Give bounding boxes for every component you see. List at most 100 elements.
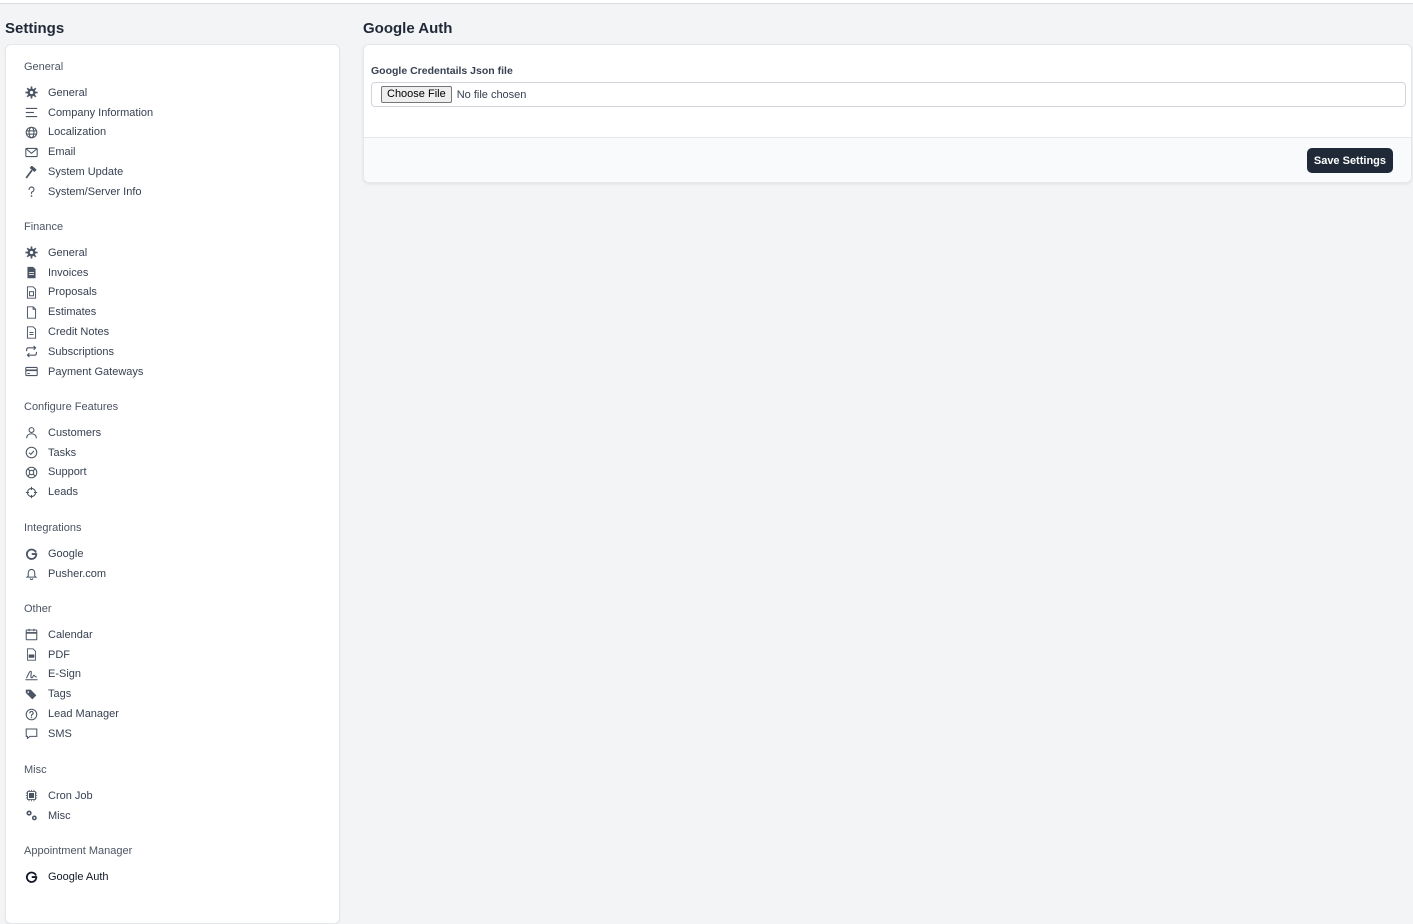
sidebar-item-label: Misc [48, 810, 71, 822]
section-title: Google Auth [363, 20, 1412, 38]
file-icon [24, 285, 38, 299]
nav-group-title: General [24, 60, 324, 74]
nav-group-title: Integrations [24, 521, 324, 535]
chip-icon [24, 789, 38, 803]
sidebar-item-label: Estimates [48, 306, 96, 318]
bell-icon [24, 567, 38, 581]
chat-icon [24, 727, 38, 741]
google-icon [24, 547, 38, 561]
check-circle-icon [24, 446, 38, 460]
page-title: Settings [5, 20, 340, 38]
nav-group-title: Misc [24, 763, 324, 777]
lines-icon [24, 106, 38, 120]
sidebar-item-general[interactable]: General [24, 83, 324, 103]
sidebar-item-label: Google Auth [48, 871, 109, 883]
sidebar-item-label: Calendar [48, 629, 93, 641]
sidebar-item-label: Leads [48, 486, 78, 498]
sidebar-item-label: Proposals [48, 286, 97, 298]
nav-group-items: Calendar PDF E-Sign TagsLead Manager SMS [24, 625, 324, 744]
crosshair-icon [24, 485, 38, 499]
nav-group-items: Customers Tasks Support Leads [24, 423, 324, 502]
card-footer: Save Settings [364, 137, 1411, 183]
nav-group: Integrations Google Pusher.com [24, 521, 324, 584]
file-blank-icon [24, 305, 38, 319]
sidebar-item-email[interactable]: Email [24, 142, 324, 162]
sidebar-item-system-server-info[interactable]: System/Server Info [24, 182, 324, 202]
sidebar-item-label: Localization [48, 126, 106, 138]
settings-card: Google Credentails Json file Choose File… [363, 44, 1412, 183]
sidebar-item-misc[interactable]: Misc [24, 806, 324, 826]
sidebar-item-invoices[interactable]: Invoices [24, 263, 324, 283]
sidebar-item-label: Company Information [48, 107, 153, 119]
save-settings-button[interactable]: Save Settings [1307, 148, 1393, 173]
sidebar-item-credit-notes[interactable]: Credit Notes [24, 322, 324, 342]
sidebar-item-calendar[interactable]: Calendar [24, 625, 324, 645]
hammer-icon [24, 165, 38, 179]
sidebar-item-label: Pusher.com [48, 568, 106, 580]
file-status-text: No file chosen [457, 89, 527, 101]
question-circle-icon [24, 707, 38, 721]
pdf-icon [24, 648, 38, 662]
credit-card-icon [24, 365, 38, 379]
sidebar-item-label: E-Sign [48, 668, 81, 680]
sidebar-item-estimates[interactable]: Estimates [24, 302, 324, 322]
sidebar-item-lead-manager[interactable]: Lead Manager [24, 704, 324, 724]
user-icon [24, 426, 38, 440]
nav-group-items: Google Pusher.com [24, 544, 324, 584]
sidebar-item-label: System Update [48, 166, 123, 178]
sidebar-item-proposals[interactable]: Proposals [24, 283, 324, 303]
credentials-file-input[interactable]: Choose File No file chosen [371, 82, 1406, 107]
sidebar-item-system-update[interactable]: System Update [24, 162, 324, 182]
sidebar-item-tasks[interactable]: Tasks [24, 443, 324, 463]
sidebar-item-cron-job[interactable]: Cron Job [24, 786, 324, 806]
sidebar-item-label: General [48, 87, 87, 99]
sidebar-item-label: PDF [48, 649, 70, 661]
signature-icon [24, 667, 38, 681]
sidebar-item-google[interactable]: Google [24, 544, 324, 564]
credentials-field-label: Google Credentails Json file [371, 65, 513, 77]
tags-icon [24, 687, 38, 701]
sidebar-item-label: General [48, 247, 87, 259]
sidebar-item-pusher-com[interactable]: Pusher.com [24, 564, 324, 584]
sidebar-item-customers[interactable]: Customers [24, 423, 324, 443]
nav-group: FinanceGeneralInvoicesProposalsEstimates… [24, 220, 324, 382]
nav-group-title: Other [24, 602, 324, 616]
sidebar-item-tags[interactable]: Tags [24, 684, 324, 704]
file-text-icon [24, 266, 38, 280]
sidebar-item-localization[interactable]: Localization [24, 123, 324, 143]
sidebar-item-general[interactable]: General [24, 243, 324, 263]
calendar-icon [24, 628, 38, 642]
nav-group-title: Appointment Manager [24, 844, 324, 858]
sidebar-item-subscriptions[interactable]: Subscriptions [24, 342, 324, 362]
sidebar-item-pdf[interactable]: PDF [24, 645, 324, 665]
sidebar-item-label: Tasks [48, 447, 76, 459]
repeat-icon [24, 345, 38, 359]
sidebar-item-e-sign[interactable]: E-Sign [24, 665, 324, 685]
globe-icon [24, 125, 38, 139]
nav-group: General General Company Information Localiz… [24, 60, 324, 202]
envelope-icon [24, 145, 38, 159]
sidebar-item-leads[interactable]: Leads [24, 482, 324, 502]
nav-group: Other Calendar PDF E-Sign TagsLead Manager SM… [24, 602, 324, 744]
sidebar-item-sms[interactable]: SMS [24, 724, 324, 744]
sidebar-item-label: Payment Gateways [48, 366, 143, 378]
settings-sidebar-column: Settings GeneralGeneralCompany Informati… [5, 20, 340, 38]
main-content: Google Auth Google Credentails Json file… [363, 20, 1412, 38]
nav-group: Misc Cron Job Misc [24, 763, 324, 826]
gear-icon [24, 86, 38, 100]
nav-group-items: General Company Information Localization Em… [24, 83, 324, 202]
sidebar-item-label: SMS [48, 728, 72, 740]
file-lines-icon [24, 325, 38, 339]
sidebar-item-label: Invoices [48, 267, 88, 279]
sidebar-item-label: Customers [48, 427, 101, 439]
sidebar-item-google-auth[interactable]: Google Auth [24, 867, 324, 887]
google-icon [24, 870, 38, 884]
sidebar-item-company-information[interactable]: Company Information [24, 103, 324, 123]
sidebar-item-payment-gateways[interactable]: Payment Gateways [24, 362, 324, 382]
sidebar-item-label: Support [48, 466, 87, 478]
sidebar-item-support[interactable]: Support [24, 463, 324, 483]
nav-group-items: Cron Job Misc [24, 786, 324, 826]
choose-file-button[interactable]: Choose File [381, 86, 452, 103]
settings-nav-panel: General General Company Information Localiz… [5, 44, 340, 924]
sidebar-item-label: Google [48, 548, 83, 560]
